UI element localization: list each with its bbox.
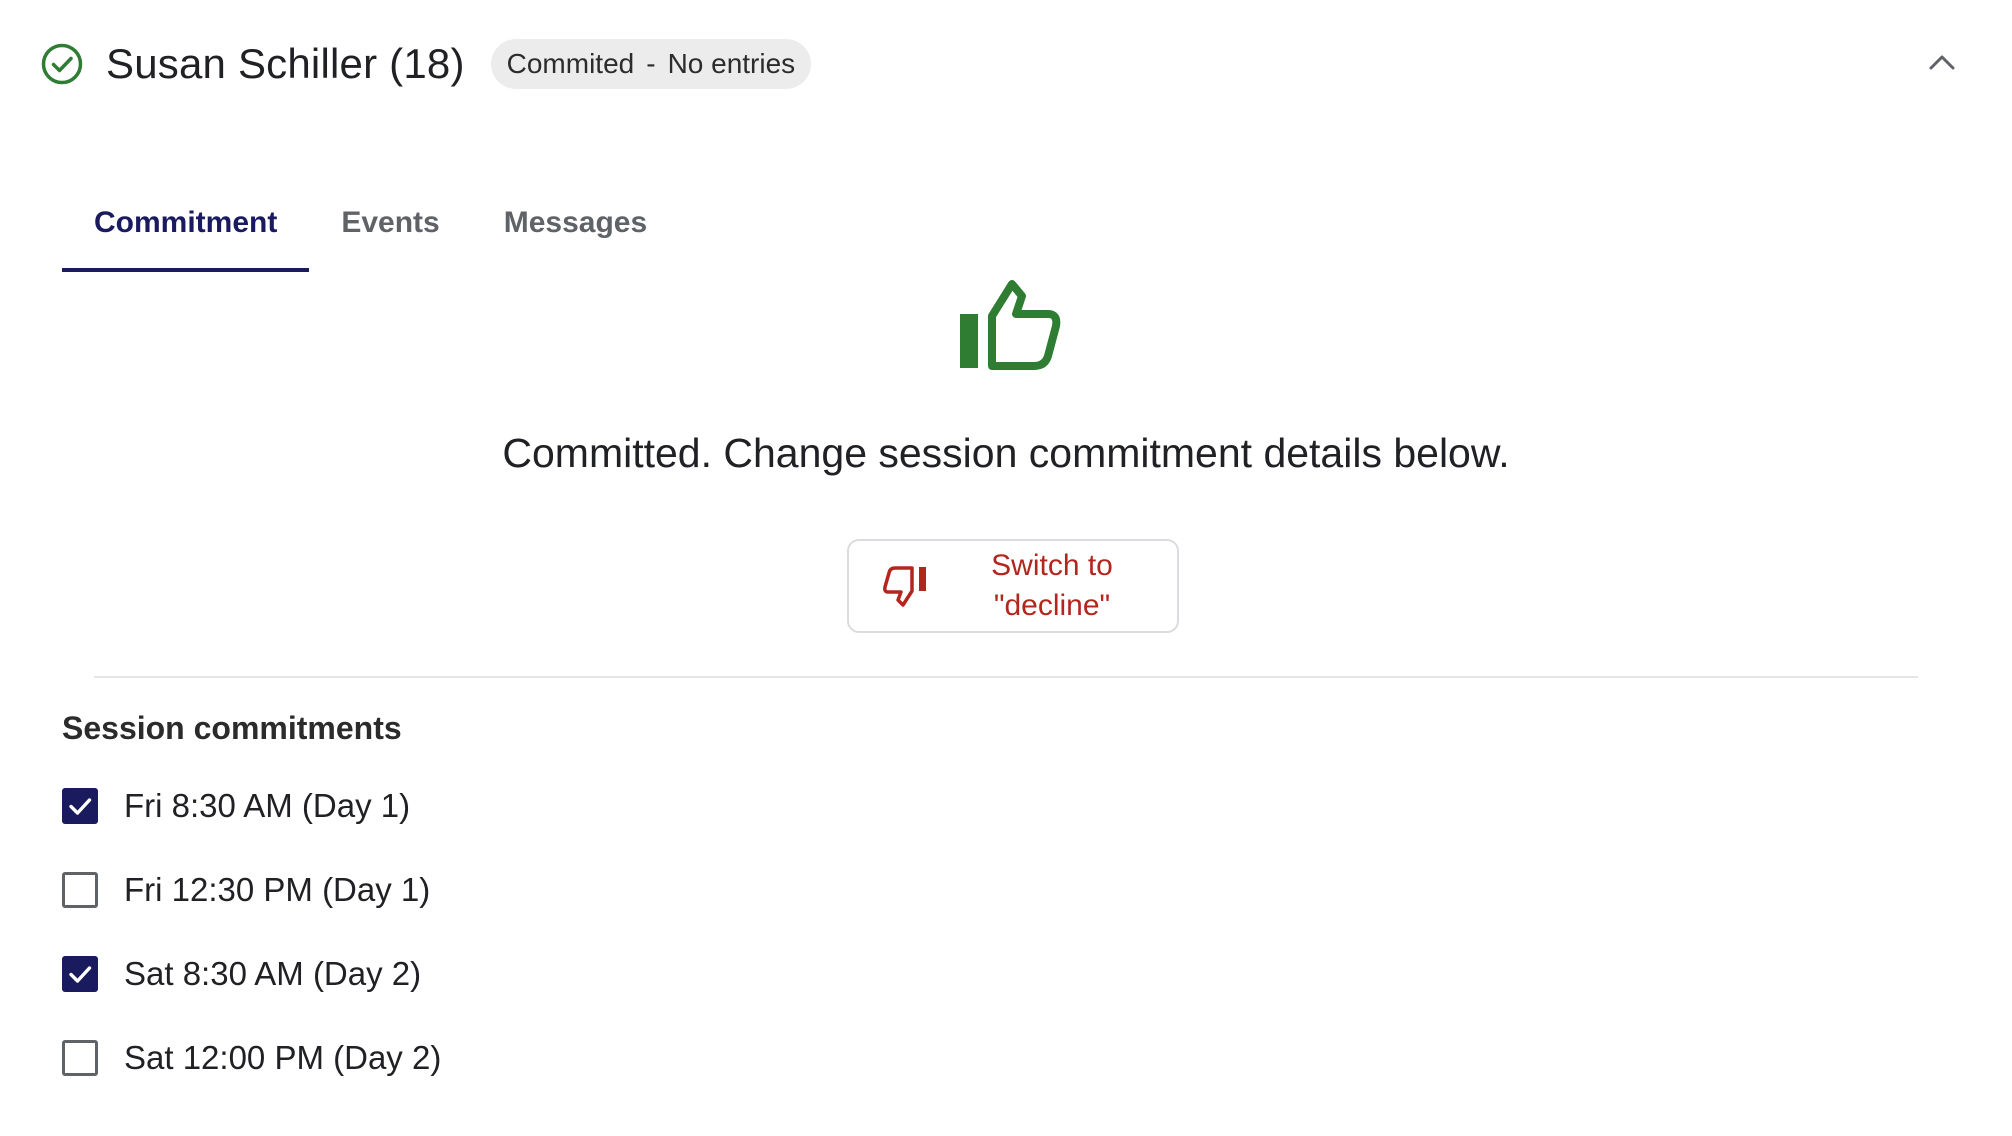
checkmark-icon: [69, 798, 92, 815]
section-divider: [94, 676, 1918, 678]
session-item: Fri 8:30 AM (Day 1): [62, 786, 441, 870]
thumbs-up-icon: [958, 276, 1068, 376]
status-chip-separator: -: [646, 48, 656, 79]
tab-label: Events: [341, 206, 440, 239]
tab-label: Messages: [503, 206, 648, 239]
session-list: Fri 8:30 AM (Day 1) Fri 12:30 PM (Day 1)…: [62, 786, 441, 1122]
status-chip: Commited - No entries: [490, 39, 812, 89]
session-item: Sat 12:00 PM (Day 2): [62, 1038, 441, 1122]
tab-messages[interactable]: Messages: [472, 196, 679, 272]
session-label: Fri 12:30 PM (Day 1): [124, 871, 431, 908]
tab-commitment[interactable]: Commitment: [62, 196, 310, 272]
participant-header: Susan Schiller (18) Commited - No entrie…: [40, 36, 1972, 92]
session-checkbox[interactable]: [62, 1040, 98, 1076]
participant-name: Susan Schiller (18): [106, 40, 465, 87]
commitment-message: Committed. Change session commitment det…: [502, 430, 1510, 476]
session-checkbox[interactable]: [62, 788, 98, 824]
tab-label: Commitment: [94, 206, 278, 239]
session-item: Fri 12:30 PM (Day 1): [62, 870, 441, 954]
session-checkbox[interactable]: [62, 872, 98, 908]
status-chip-status: Commited: [506, 48, 635, 79]
checkmark-icon: [69, 966, 92, 983]
session-commitments-title: Session commitments: [62, 710, 402, 746]
switch-button-label: Switch to "decline": [977, 546, 1127, 626]
check-circle-icon: [40, 42, 84, 86]
status-chip-entries: No entries: [667, 48, 796, 79]
switch-label-line2: "decline": [993, 589, 1111, 622]
tab-events[interactable]: Events: [309, 196, 471, 272]
chevron-up-icon: [1928, 52, 1956, 77]
switch-label-line1: Switch to: [991, 549, 1113, 582]
session-label: Fri 8:30 AM (Day 1): [124, 787, 411, 824]
session-item: Sat 8:30 AM (Day 2): [62, 954, 441, 1038]
session-label: Sat 12:00 PM (Day 2): [124, 1039, 442, 1076]
session-checkbox[interactable]: [62, 956, 98, 992]
session-label: Sat 8:30 AM (Day 2): [124, 955, 422, 992]
collapse-button[interactable]: [1924, 46, 1960, 82]
thumbs-down-icon: [883, 565, 929, 607]
switch-to-decline-button[interactable]: Switch to "decline": [847, 539, 1179, 633]
tab-bar: Commitment Events Messages: [62, 196, 679, 272]
